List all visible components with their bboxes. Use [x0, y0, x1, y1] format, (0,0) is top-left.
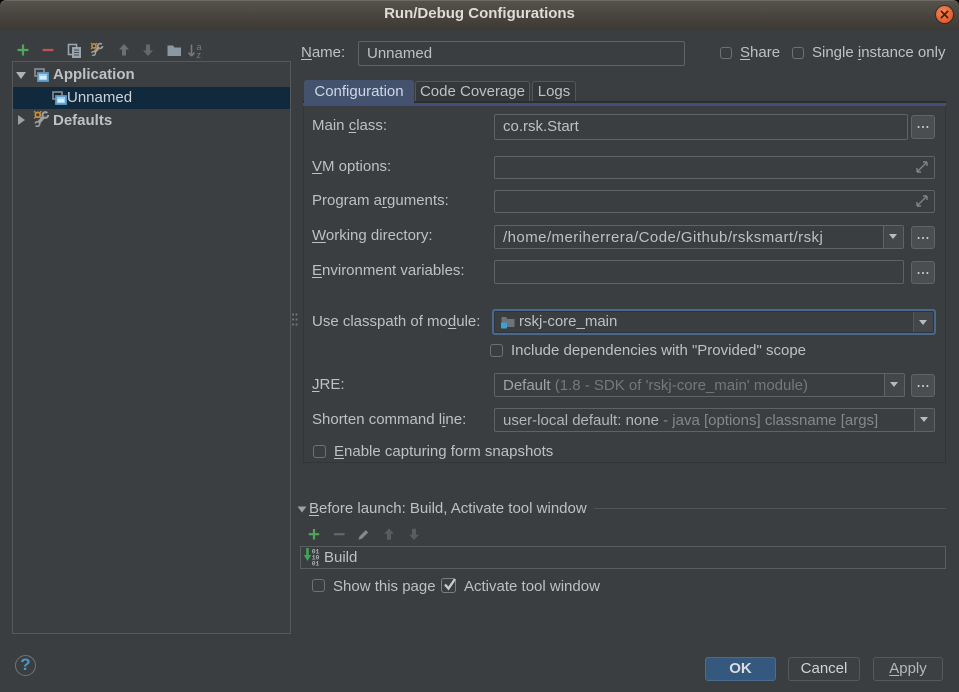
svg-text:z: z — [197, 50, 202, 58]
svg-text:01: 01 — [312, 560, 320, 566]
